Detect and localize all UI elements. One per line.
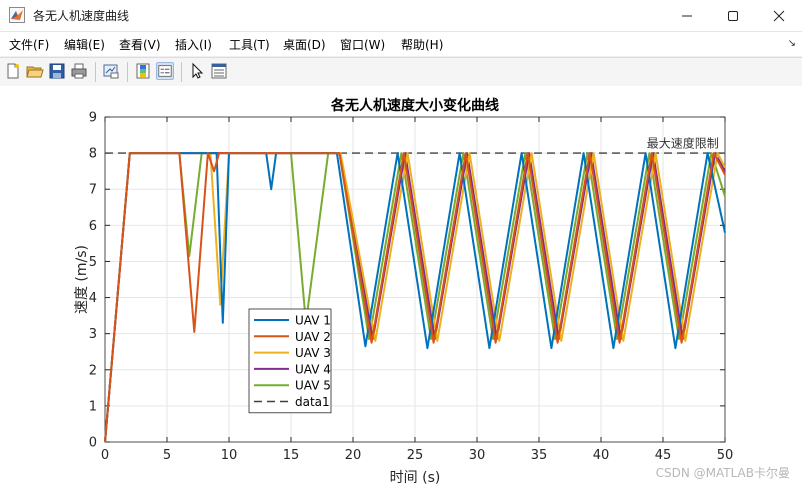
y-tick-label: 9 bbox=[89, 111, 97, 126]
property-inspector-icon[interactable] bbox=[210, 62, 228, 80]
y-tick-label: 1 bbox=[89, 399, 97, 414]
menu-desktop[interactable]: 桌面(D) bbox=[283, 36, 326, 53]
x-tick-label: 15 bbox=[283, 448, 300, 463]
close-button[interactable] bbox=[756, 0, 802, 31]
toolbar-separator bbox=[95, 62, 96, 82]
menu-view[interactable]: 查看(V) bbox=[119, 36, 161, 53]
x-tick-label: 45 bbox=[655, 448, 672, 463]
x-tick-label: 35 bbox=[531, 448, 548, 463]
window-title: 各无人机速度曲线 bbox=[33, 9, 130, 23]
y-tick-label: 6 bbox=[89, 219, 97, 234]
title-bar: 各无人机速度曲线 bbox=[0, 0, 802, 32]
minimize-button[interactable] bbox=[664, 0, 710, 31]
insert-legend-icon[interactable] bbox=[156, 62, 174, 80]
toolbar-separator bbox=[181, 62, 182, 82]
y-axis-label: 速度 (m/s) bbox=[74, 245, 90, 314]
x-tick-label: 25 bbox=[407, 448, 424, 463]
menu-bar: 文件(F) 编辑(E) 查看(V) 插入(I) 工具(T) 桌面(D) 窗口(W… bbox=[0, 32, 802, 56]
insert-colorbar-icon[interactable] bbox=[134, 62, 152, 80]
y-tick-label: 0 bbox=[89, 436, 97, 451]
menu-help[interactable]: 帮助(H) bbox=[401, 36, 443, 53]
print-icon[interactable] bbox=[70, 62, 88, 80]
new-figure-icon[interactable] bbox=[4, 62, 22, 80]
legend-label: UAV 2 bbox=[295, 330, 331, 344]
toolbar-separator bbox=[127, 62, 128, 82]
legend-label: UAV 3 bbox=[295, 346, 331, 360]
maximize-button[interactable] bbox=[710, 0, 756, 31]
chart-title: 各无人机速度大小变化曲线 bbox=[330, 97, 499, 114]
legend-label: UAV 5 bbox=[295, 379, 331, 393]
y-tick-label: 8 bbox=[89, 147, 97, 162]
x-tick-label: 5 bbox=[163, 448, 171, 463]
y-tick-label: 3 bbox=[89, 327, 97, 342]
menu-window[interactable]: 窗口(W) bbox=[340, 36, 385, 53]
menu-tools[interactable]: 工具(T) bbox=[229, 36, 270, 53]
legend-label: UAV 4 bbox=[295, 362, 331, 376]
maximize-icon bbox=[728, 10, 738, 21]
x-axis-label: 时间 (s) bbox=[390, 470, 441, 486]
edit-plot-icon[interactable] bbox=[188, 62, 206, 80]
x-tick-label: 10 bbox=[221, 448, 238, 463]
x-tick-label: 30 bbox=[469, 448, 486, 463]
y-tick-label: 7 bbox=[89, 183, 97, 198]
menu-arrow-icon[interactable]: ↘ bbox=[788, 38, 796, 49]
x-tick-label: 20 bbox=[345, 448, 362, 463]
legend-label: data1 bbox=[295, 395, 330, 409]
x-tick-label: 40 bbox=[593, 448, 610, 463]
menu-file[interactable]: 文件(F) bbox=[9, 36, 49, 53]
x-tick-label: 50 bbox=[717, 448, 734, 463]
y-tick-label: 2 bbox=[89, 363, 97, 378]
toolbar bbox=[0, 57, 802, 87]
velocity-chart[interactable]: 0 5 10 15 20 25 30 35 40 45 500123456789各无人机速度大小变化… bbox=[0, 86, 802, 487]
watermark: CSDN @MATLAB卡尔曼 bbox=[655, 466, 790, 480]
menu-edit[interactable]: 编辑(E) bbox=[64, 36, 105, 53]
open-file-icon[interactable] bbox=[26, 62, 44, 80]
figure-canvas[interactable]: 0 5 10 15 20 25 30 35 40 45 50 0 1 2 3 4 5 6 7 8 9 各无人机速度大小变化… bbox=[0, 86, 802, 487]
annotation-label: 最大速度限制 bbox=[647, 136, 719, 151]
save-icon[interactable] bbox=[48, 62, 66, 80]
minimize-icon bbox=[682, 15, 692, 16]
link-figure-icon[interactable] bbox=[102, 62, 120, 80]
legend-label: UAV 1 bbox=[295, 314, 331, 328]
x-tick-label: 0 bbox=[101, 448, 109, 463]
matlab-logo-icon bbox=[9, 7, 25, 23]
menu-insert[interactable]: 插入(I) bbox=[175, 36, 212, 53]
close-icon bbox=[773, 10, 785, 21]
